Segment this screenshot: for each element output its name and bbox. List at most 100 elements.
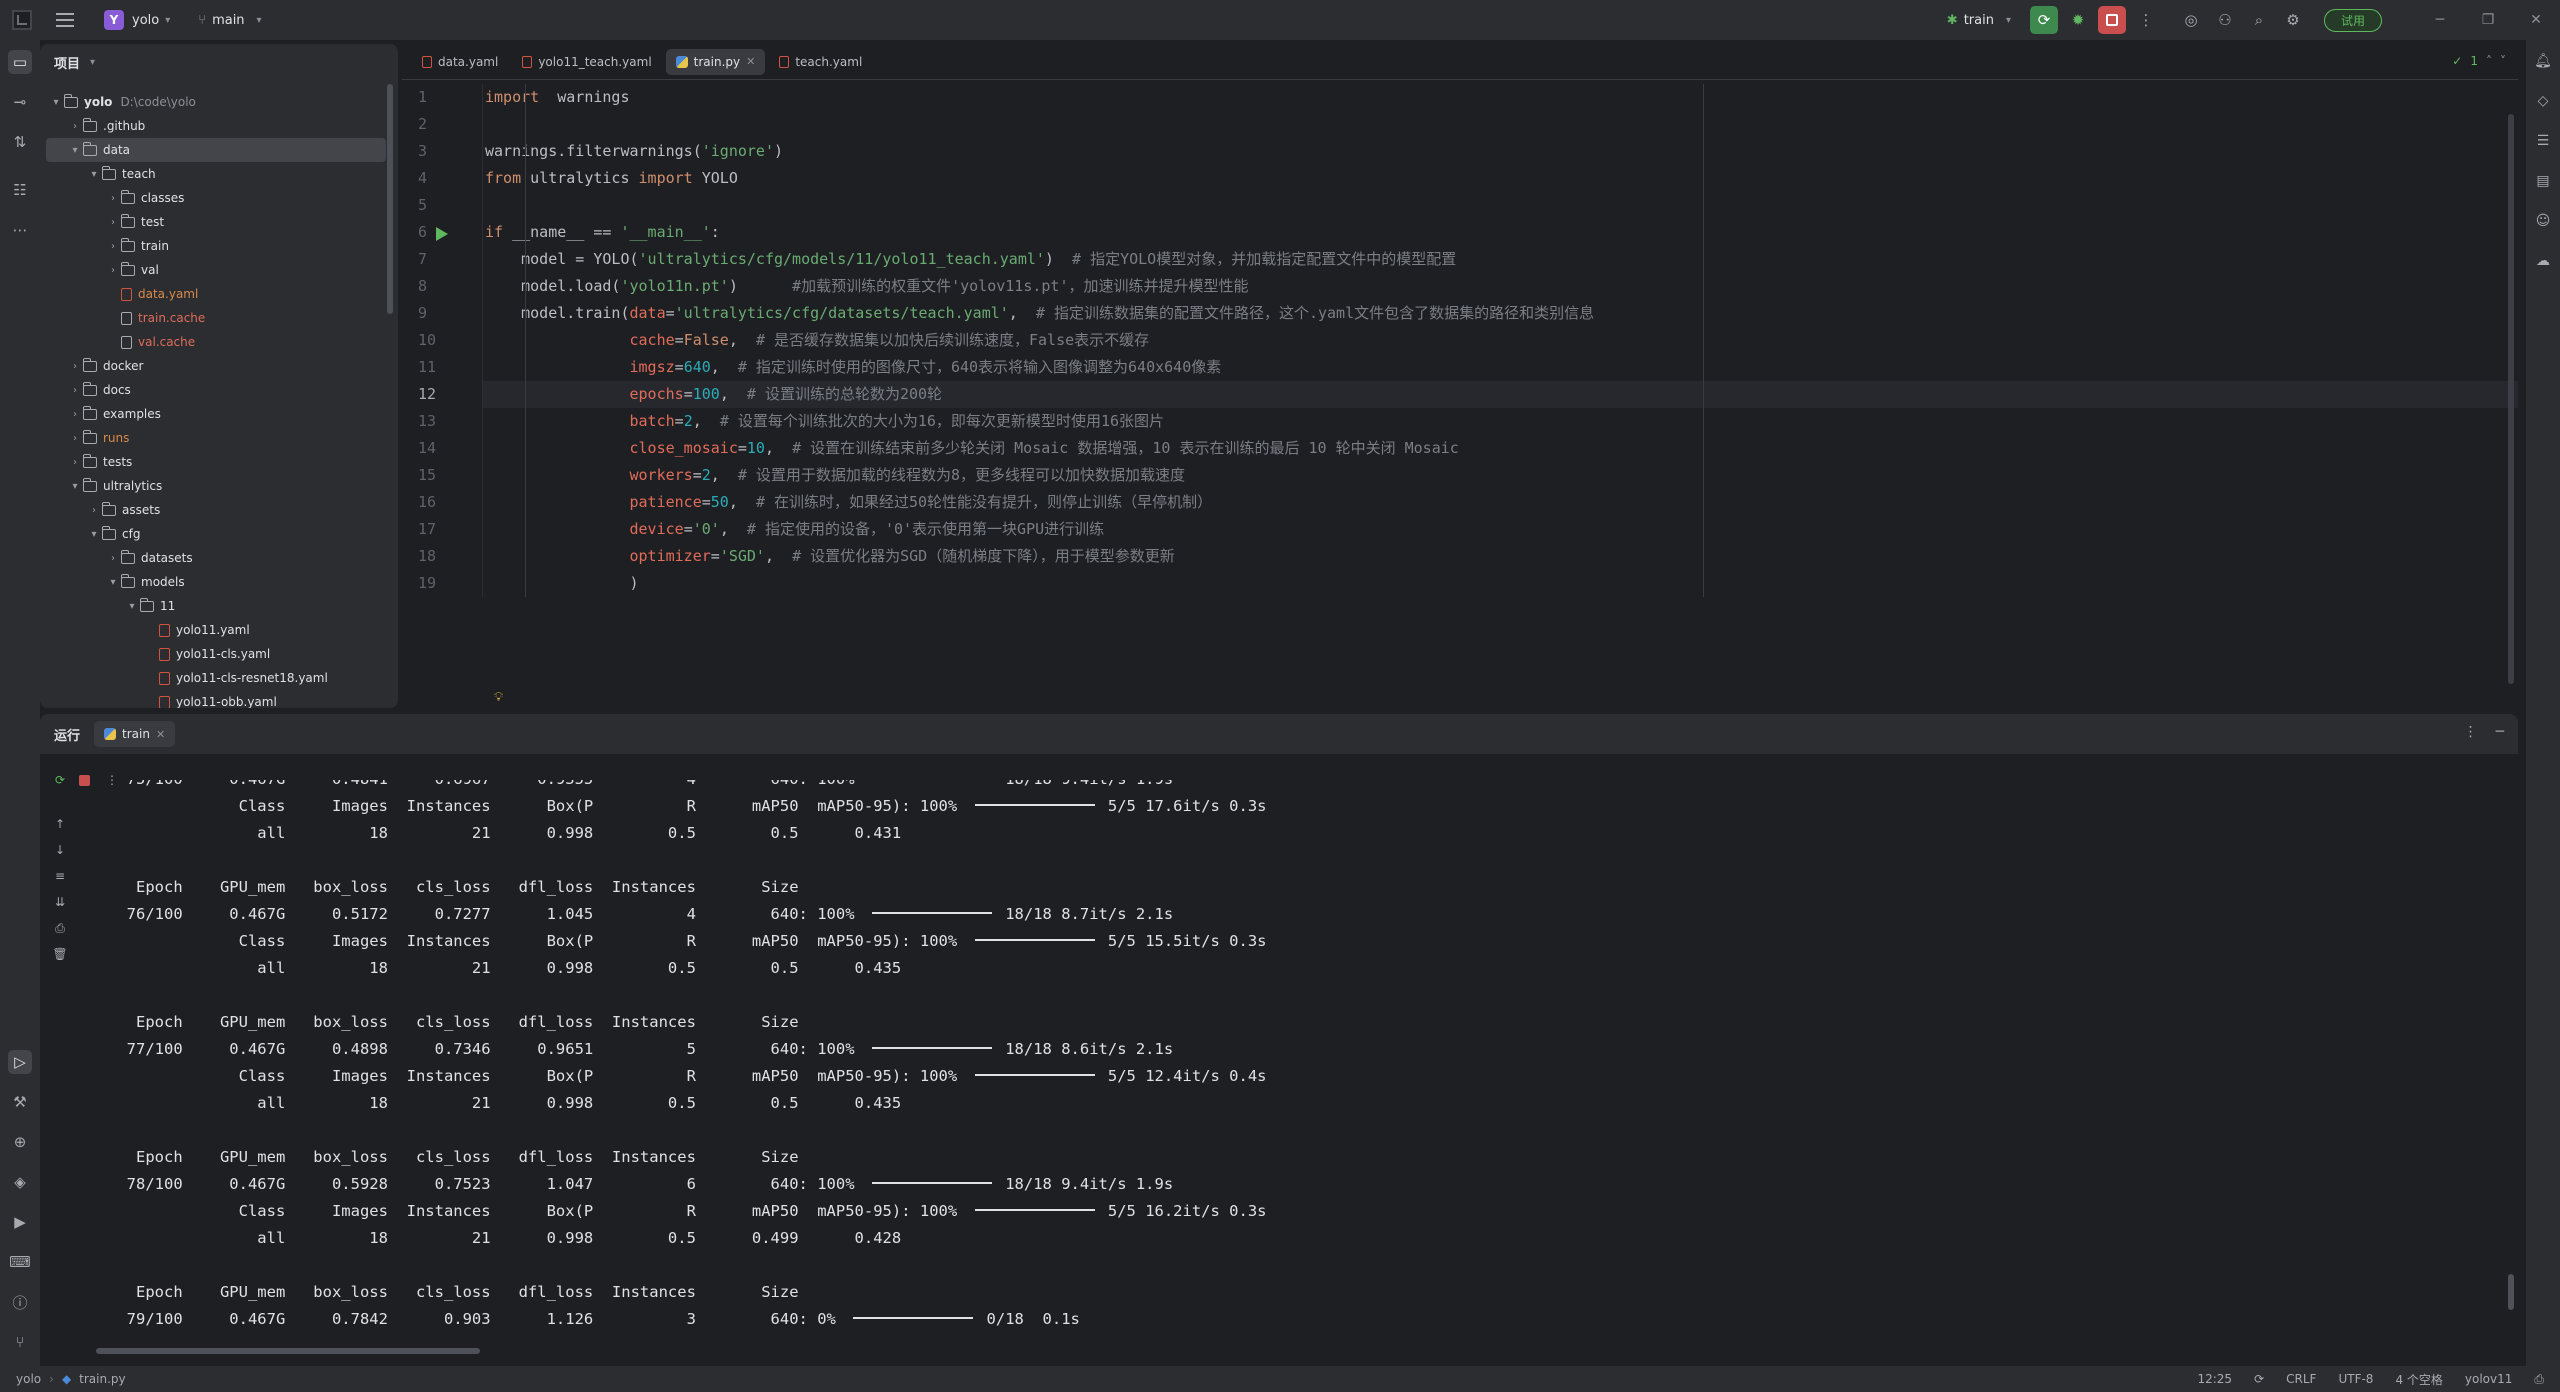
code-line[interactable]: cache=False, # 是否缓存数据集以加快后续训练速度，False表示不…: [483, 327, 2518, 354]
tree-item[interactable]: › examples: [40, 402, 392, 426]
tree-item[interactable]: › classes: [40, 186, 392, 210]
project-folder-icon[interactable]: ▭: [8, 50, 32, 74]
database-icon[interactable]: ☰: [2532, 130, 2554, 152]
code-line[interactable]: from ultralytics import YOLO: [483, 165, 2518, 192]
code-lines[interactable]: import warnings warnings.filterwarnings('…: [482, 84, 2518, 597]
editor-tab[interactable]: train.py ✕: [665, 48, 766, 75]
scroll-down-icon[interactable]: ↓: [50, 840, 70, 860]
code-area[interactable]: 1 2 3 4 5 6 7 8 9 10 11 12 💡︎ 13 14 15 16 17 18 19 import w…: [402, 84, 2518, 708]
rerun-button[interactable]: ⟳: [2029, 6, 2058, 34]
rerun-icon[interactable]: ⟳: [50, 770, 70, 790]
code-line[interactable]: device='0', # 指定使用的设备，'0'表示使用第一块GPU进行训练: [483, 516, 2518, 543]
line-ending[interactable]: CRLF: [2286, 1372, 2316, 1386]
minimize-window-icon[interactable]: ─: [2416, 12, 2464, 28]
pull-requests-icon[interactable]: ⇅: [8, 130, 32, 154]
code-line[interactable]: [483, 111, 2518, 138]
project-panel-scrollbar[interactable]: [387, 84, 393, 314]
editor-scrollbar[interactable]: [2508, 114, 2514, 684]
code-line[interactable]: warnings.filterwarnings('ignore'): [483, 138, 2518, 165]
debug-button[interactable]: ✹: [2064, 6, 2092, 34]
tree-item[interactable]: data.yaml: [40, 282, 392, 306]
copilot-icon[interactable]: ☺: [2532, 210, 2554, 232]
code-line[interactable]: model.train(data='ultralytics/cfg/datase…: [483, 300, 2518, 327]
settings-gear-icon[interactable]: ⚙: [2279, 6, 2307, 34]
code-line[interactable]: ): [483, 570, 2518, 597]
stop-button[interactable]: [2097, 6, 2126, 34]
code-line[interactable]: close_mosaic=10, # 设置在训练结束前多少轮关闭 Mosaic …: [483, 435, 2518, 462]
tree-item[interactable]: val.cache: [40, 330, 392, 354]
code-line[interactable]: batch=2, # 设置每个训练批次的大小为16，即每次更新模型时使用16张图…: [483, 408, 2518, 435]
chevron-right-icon[interactable]: ›: [86, 505, 102, 516]
close-tab-icon[interactable]: ✕: [746, 55, 755, 68]
intention-bulb-icon[interactable]: 💡︎: [494, 684, 503, 708]
chevron-down-icon[interactable]: ▾: [86, 169, 102, 180]
project-badge[interactable]: Y: [104, 10, 124, 30]
tree-item[interactable]: › assets: [40, 498, 392, 522]
tree-item[interactable]: › val: [40, 258, 392, 282]
structure-icon[interactable]: ☷: [8, 178, 32, 202]
tree-root[interactable]: ▾ yolo D:\code\yolo: [40, 90, 392, 114]
run-config-selector[interactable]: ✱ train ▾: [1947, 13, 2011, 28]
soft-wrap-icon[interactable]: ≡: [50, 866, 70, 886]
tree-item[interactable]: › .github: [40, 114, 392, 138]
search-icon[interactable]: ⌕: [2245, 6, 2273, 34]
code-line[interactable]: optimizer='SGD', # 设置优化器为SGD（随机梯度下降），用于模…: [483, 543, 2518, 570]
chevron-down-icon[interactable]: ˅: [2500, 54, 2506, 68]
tree-item[interactable]: › docker: [40, 354, 392, 378]
tree-item[interactable]: yolo11-cls.yaml: [40, 642, 392, 666]
code-line[interactable]: imgsz=640, # 指定训练时使用的图像尺寸，640表示将输入图像调整为6…: [483, 354, 2518, 381]
tree-item[interactable]: ▾ 11: [40, 594, 392, 618]
chevron-down-icon[interactable]: ▾: [165, 15, 170, 26]
code-line[interactable]: if __name__ == '__main__':: [483, 219, 2518, 246]
tree-item[interactable]: ▾ ultralytics: [40, 474, 392, 498]
layers-icon[interactable]: ◈: [8, 1170, 32, 1194]
close-window-icon[interactable]: ✕: [2512, 12, 2560, 28]
console-output[interactable]: 75/100 0.467G 0.4841 0.6967 0.9355 4 640…: [80, 780, 2498, 1332]
code-line[interactable]: [483, 192, 2518, 219]
run-panel-options-icon[interactable]: ⋮: [2464, 724, 2478, 740]
code-line[interactable]: import warnings: [483, 84, 2518, 111]
python-packages-icon[interactable]: ⊕: [8, 1130, 32, 1154]
tree-item[interactable]: ▾ data: [46, 138, 386, 162]
lock-icon[interactable]: ⎙: [2534, 1372, 2544, 1387]
scroll-to-end-icon[interactable]: ⇊: [50, 892, 70, 912]
vcs-status-icon[interactable]: ⟳: [2254, 1372, 2264, 1386]
clear-all-icon[interactable]: 🗑︎: [50, 944, 70, 964]
chevron-right-icon[interactable]: ›: [67, 457, 83, 468]
main-menu-icon[interactable]: [56, 13, 74, 27]
chevron-right-icon[interactable]: ›: [67, 121, 83, 132]
add-user-icon[interactable]: ⚇: [2211, 6, 2239, 34]
chevron-down-icon[interactable]: ▾: [48, 97, 64, 108]
hide-panel-icon[interactable]: ─: [2496, 724, 2504, 740]
print-icon[interactable]: ⎙: [50, 918, 70, 938]
close-tab-icon[interactable]: ✕: [156, 728, 165, 741]
caret-position[interactable]: 12:25: [2197, 1372, 2232, 1386]
services-icon[interactable]: ▶: [8, 1210, 32, 1234]
chevron-right-icon[interactable]: ›: [67, 361, 83, 372]
vcs-branch-widget[interactable]: ⑂ main ▾: [198, 13, 261, 28]
tree-item[interactable]: › train: [40, 234, 392, 258]
more-actions-icon[interactable]: ⋮: [2132, 6, 2160, 34]
tree-item[interactable]: yolo11-obb.yaml: [40, 690, 392, 708]
run-gutter-icon[interactable]: [436, 227, 448, 241]
problems-icon[interactable]: ⓘ: [8, 1290, 32, 1314]
remote-host-icon[interactable]: ☁: [2532, 250, 2554, 272]
tree-item[interactable]: ▾ teach: [40, 162, 392, 186]
tree-item[interactable]: ▾ models: [40, 570, 392, 594]
chevron-down-icon[interactable]: ▾: [67, 481, 83, 492]
chevron-down-icon[interactable]: ▾: [86, 529, 102, 540]
tree-item[interactable]: › tests: [40, 450, 392, 474]
trial-button[interactable]: 试用: [2323, 8, 2382, 32]
project-switcher[interactable]: yolo: [132, 13, 159, 28]
tree-item[interactable]: › runs: [40, 426, 392, 450]
git-icon[interactable]: ⑂: [8, 1330, 32, 1354]
ai-assistant-icon[interactable]: ◎: [2177, 6, 2205, 34]
tree-item[interactable]: yolo11-cls-resnet18.yaml: [40, 666, 392, 690]
tree-item[interactable]: yolo11.yaml: [40, 618, 392, 642]
tree-item[interactable]: ▾ cfg: [40, 522, 392, 546]
breadcrumb-project[interactable]: yolo: [16, 1372, 41, 1386]
editor-tab[interactable]: data.yaml: [412, 49, 508, 75]
chevron-down-icon[interactable]: ▾: [124, 601, 140, 612]
chevron-right-icon[interactable]: ›: [105, 217, 121, 228]
breadcrumb-file[interactable]: train.py: [79, 1372, 125, 1386]
